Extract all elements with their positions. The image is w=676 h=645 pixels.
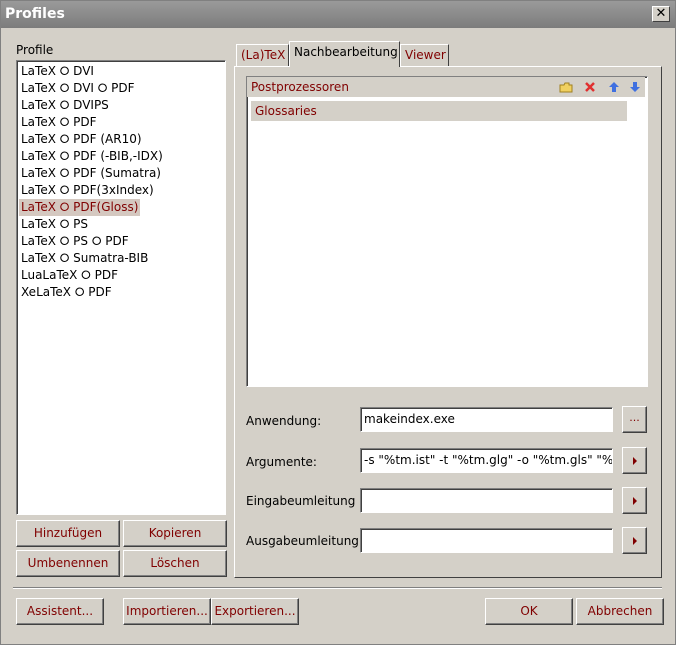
import-button[interactable]: Importieren... [123, 598, 211, 625]
arguments-field[interactable]: -s "%tm.ist" -t "%tm.glg" -o "%tm.gls" "… [360, 448, 613, 473]
profile-item[interactable]: LaTeX ⭘ PDF [19, 114, 99, 131]
input-redirect-label: Eingabeumleitung [246, 494, 356, 508]
profile-item[interactable]: LaTeX ⭘ PDF (-BIB,-IDX) [19, 148, 165, 165]
profile-item[interactable]: LaTeX ⭘ PS ⭘ PDF [19, 233, 131, 250]
profile-item[interactable]: LaTeX ⭘ PDF(3xIndex) [19, 182, 156, 199]
copy-profile-button[interactable]: Kopieren [123, 520, 227, 547]
profile-item[interactable]: LaTeX ⭘ DVI [19, 63, 96, 80]
profiles-dialog: Profiles ✕ Profile LaTeX ⭘ DVI LaTeX ⭘ DV… [0, 0, 676, 645]
close-icon: ✕ [655, 6, 667, 21]
profile-item[interactable]: LaTeX ⭘ Sumatra-BIB [19, 250, 150, 267]
separator [13, 587, 662, 589]
profile-label: Profile [16, 43, 54, 57]
assistant-button[interactable]: Assistent... [16, 598, 104, 625]
arrow-right-icon [632, 497, 637, 505]
list-item[interactable]: Glossaries [251, 101, 627, 121]
output-redirect-menu-button[interactable] [622, 527, 647, 554]
arrow-right-icon [632, 457, 637, 465]
arguments-label: Argumente: [246, 455, 317, 469]
input-redirect-field[interactable] [360, 488, 613, 513]
move-up-icon[interactable] [608, 81, 620, 93]
close-button[interactable]: ✕ [652, 6, 670, 22]
move-down-icon[interactable] [629, 81, 641, 93]
profile-item[interactable]: LaTeX ⭘ PDF (Sumatra) [19, 165, 163, 182]
profile-item[interactable]: LaTeX ⭘ PS [19, 216, 90, 233]
delete-profile-button[interactable]: Löschen [123, 550, 227, 577]
profile-item[interactable]: LaTeX ⭘ DVIPS [19, 97, 111, 114]
postprocessor-list[interactable]: Postprozessoren Glossaries [246, 76, 648, 387]
input-redirect-menu-button[interactable] [622, 487, 647, 514]
cancel-button[interactable]: Abbrechen [576, 598, 664, 625]
window-title: Profiles [5, 6, 65, 22]
folder-icon[interactable] [559, 82, 573, 93]
browse-button-label: ... [629, 411, 640, 424]
export-button[interactable]: Exportieren... [211, 598, 299, 625]
output-redirect-field[interactable] [360, 528, 613, 553]
profile-item[interactable]: LaTeX ⭘ DVI ⭘ PDF [19, 80, 137, 97]
application-label: Anwendung: [246, 414, 322, 428]
browse-button[interactable]: ... [622, 406, 647, 433]
tab-nachbearbeitung[interactable]: Nachbearbeitung [289, 41, 400, 67]
tab-latex[interactable]: (La)TeX [236, 44, 289, 66]
arrow-right-icon [632, 537, 637, 545]
rename-profile-button[interactable]: Umbenennen [16, 550, 120, 577]
arguments-menu-button[interactable] [622, 447, 647, 474]
application-field[interactable]: makeindex.exe [360, 407, 613, 432]
profile-item[interactable]: LaTeX ⭘ PDF(Gloss) [19, 199, 141, 216]
add-profile-button[interactable]: Hinzufügen [16, 520, 120, 547]
profile-list[interactable]: LaTeX ⭘ DVI LaTeX ⭘ DVI ⭘ PDF LaTeX ⭘ DVIP… [16, 60, 226, 515]
profile-item[interactable]: LaTeX ⭘ PDF (AR10) [19, 131, 144, 148]
profile-item[interactable]: LuaLaTeX ⭘ PDF [19, 267, 120, 284]
postprocessor-header-label: Postprozessoren [251, 80, 349, 94]
title-bar[interactable]: Profiles ✕ [1, 1, 675, 28]
postprocessor-header: Postprozessoren [247, 77, 645, 97]
output-redirect-label: Ausgabeumleitung [246, 534, 359, 548]
profile-item[interactable]: XeLaTeX ⭘ PDF [19, 284, 114, 301]
tab-viewer[interactable]: Viewer [400, 44, 449, 66]
delete-x-icon[interactable] [584, 81, 596, 93]
ok-button[interactable]: OK [485, 598, 573, 625]
